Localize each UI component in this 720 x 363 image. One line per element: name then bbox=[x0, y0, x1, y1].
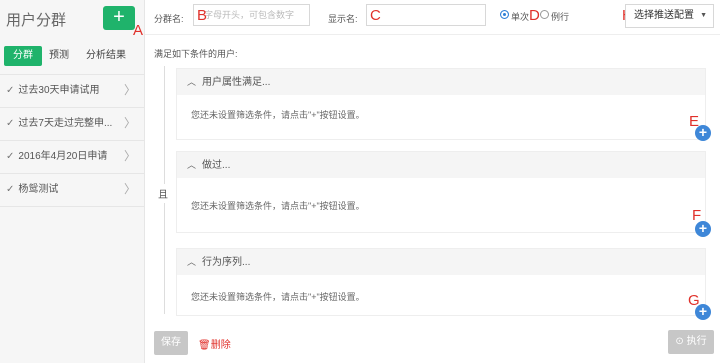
condition-title: 满足如下条件的用户: bbox=[154, 49, 238, 59]
condition-box-user-attributes: ︿ 用户属性满足... 您还未设置筛选条件，请点击"+"按钮设置。 bbox=[176, 68, 706, 140]
chevron-right-icon: 〉 bbox=[123, 83, 136, 97]
box-title: 用户属性满足... bbox=[202, 77, 271, 88]
radio-routine[interactable] bbox=[540, 10, 549, 19]
check-icon: ✓ bbox=[6, 184, 15, 195]
run-label: 执行 bbox=[686, 336, 707, 347]
and-label: 且 bbox=[158, 184, 168, 203]
sidebar-title: 用户分群 bbox=[6, 12, 67, 29]
tab-predict[interactable]: 预测 bbox=[42, 46, 76, 66]
radio-single-label: 单次 bbox=[511, 12, 530, 22]
chevron-up-icon: ︿ bbox=[187, 160, 197, 170]
trash-icon: 🗑 bbox=[198, 340, 211, 351]
tab-groups[interactable]: 分群 bbox=[4, 46, 42, 66]
clock-icon: ⊙ bbox=[675, 336, 684, 347]
add-condition-button[interactable]: + bbox=[695, 125, 711, 141]
condition-box-behavior-sequence: ︿ 行为序列... 您还未设置筛选条件，请点击"+"按钮设置。 bbox=[176, 248, 706, 316]
add-condition-button[interactable]: + bbox=[695, 221, 711, 237]
radio-single[interactable] bbox=[500, 10, 509, 19]
box-header[interactable]: ︿ 用户属性满足... bbox=[177, 69, 705, 95]
list-item[interactable]: ✓ 杨鸳测试 〉 bbox=[0, 173, 144, 207]
list-item-label: 2016年4月20日申请 bbox=[18, 151, 108, 162]
empty-hint: 您还未设置筛选条件，请点击"+"按钮设置。 bbox=[191, 110, 365, 120]
display-name-input[interactable] bbox=[366, 4, 486, 26]
add-condition-button[interactable]: + bbox=[695, 304, 711, 320]
list-item-label: 杨鸳测试 bbox=[18, 184, 59, 195]
delete-button[interactable]: 🗑删除 bbox=[198, 336, 231, 351]
list-item-label: 过去30天申请试用 bbox=[18, 85, 100, 96]
chevron-right-icon: 〉 bbox=[123, 116, 136, 130]
annotation-b: B bbox=[197, 7, 208, 24]
push-config-select[interactable]: 选择推送配置 ▼ bbox=[625, 4, 714, 28]
annotation-a: A bbox=[133, 22, 144, 39]
empty-hint: 您还未设置筛选条件，请点击"+"按钮设置。 bbox=[191, 292, 365, 302]
display-name-label: 显示名: bbox=[328, 14, 358, 24]
chevron-up-icon: ︿ bbox=[187, 257, 197, 267]
check-icon: ✓ bbox=[6, 85, 15, 96]
check-icon: ✓ bbox=[6, 118, 15, 129]
chevron-right-icon: 〉 bbox=[123, 149, 136, 163]
sidebar-tabs: 分群 预测 分析结果 bbox=[4, 46, 140, 66]
list-item[interactable]: ✓ 2016年4月20日申请 〉 bbox=[0, 140, 144, 173]
chevron-up-icon: ︿ bbox=[187, 77, 197, 87]
group-name-label: 分群名: bbox=[154, 14, 184, 24]
empty-hint: 您还未设置筛选条件，请点击"+"按钮设置。 bbox=[191, 201, 365, 211]
run-button[interactable]: ⊙ 执行 bbox=[668, 330, 714, 354]
annotation-d: D bbox=[529, 7, 540, 24]
list-item[interactable]: ✓ 过去30天申请试用 〉 bbox=[0, 74, 144, 107]
box-title: 做过... bbox=[202, 160, 231, 171]
caret-down-icon: ▼ bbox=[700, 12, 707, 19]
list-item[interactable]: ✓ 过去7天走过完整申... 〉 bbox=[0, 107, 144, 140]
list-item-label: 过去7天走过完整申... bbox=[18, 118, 113, 129]
sidebar: 用户分群 + 分群 预测 分析结果 ✓ 过去30天申请试用 〉 ✓ 过去7天走过完整… bbox=[0, 0, 145, 363]
annotation-c: C bbox=[370, 7, 381, 24]
push-config-value: 选择推送配置 bbox=[634, 10, 694, 21]
box-header[interactable]: ︿ 做过... bbox=[177, 152, 705, 178]
add-group-button[interactable]: + bbox=[103, 6, 135, 30]
box-title: 行为序列... bbox=[202, 257, 251, 268]
condition-box-done: ︿ 做过... 您还未设置筛选条件，请点击"+"按钮设置。 bbox=[176, 151, 706, 233]
delete-label: 删除 bbox=[210, 340, 231, 351]
check-icon: ✓ bbox=[6, 151, 15, 162]
group-name-input[interactable]: 字母开头，可包含数字 bbox=[193, 4, 310, 26]
radio-routine-label: 例行 bbox=[551, 12, 570, 22]
save-button[interactable]: 保存 bbox=[154, 331, 188, 355]
chevron-right-icon: 〉 bbox=[123, 182, 136, 196]
group-list: ✓ 过去30天申请试用 〉 ✓ 过去7天走过完整申... 〉 ✓ 2016年4月20日… bbox=[0, 74, 144, 207]
tab-results[interactable]: 分析结果 bbox=[76, 46, 136, 66]
box-header[interactable]: ︿ 行为序列... bbox=[177, 249, 705, 275]
